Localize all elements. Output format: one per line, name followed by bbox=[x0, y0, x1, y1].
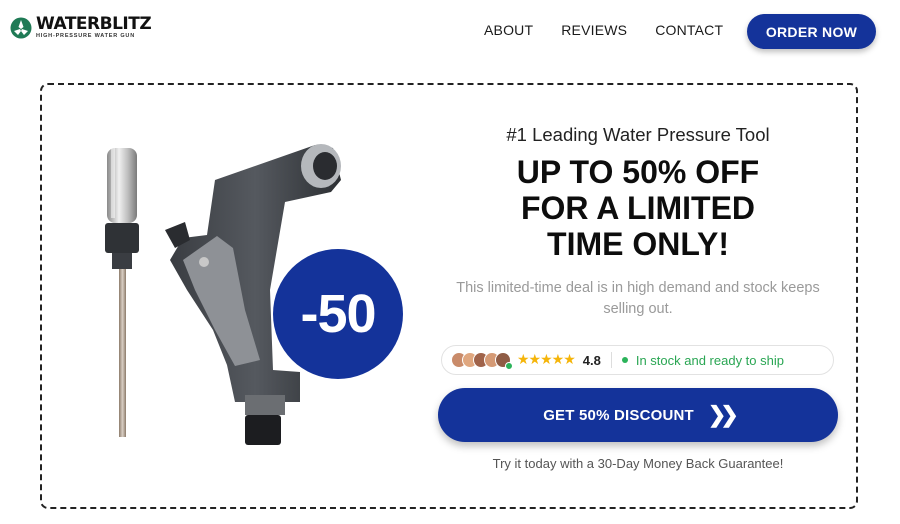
stock-status: In stock and ready to ship bbox=[635, 352, 784, 368]
offer-subtext: This limited-time deal is in high demand… bbox=[456, 280, 820, 317]
star-rating-icon: ★★★★★ bbox=[517, 352, 576, 368]
in-stock-dot-icon bbox=[621, 357, 628, 363]
nav-link-contact[interactable]: CONTACT bbox=[655, 22, 723, 38]
brand-logo[interactable]: WATERBLITZ HIGH-PRESSURE WATER GUN bbox=[10, 14, 152, 40]
cta-label: GET 50% DISCOUNT bbox=[543, 406, 694, 424]
avatar bbox=[495, 352, 513, 370]
discount-badge: -50 bbox=[273, 249, 403, 379]
brand-name: WATERBLITZ bbox=[36, 14, 152, 34]
double-chevron-right-icon: ❯❯ bbox=[707, 402, 739, 427]
offer-copy: #1 Leading Water Pressure Tool UP TO 50%… bbox=[438, 120, 838, 320]
nav-link-reviews[interactable]: REVIEWS bbox=[561, 22, 627, 38]
guarantee-text: Try it today with a 30-Day Money Back Gu… bbox=[492, 456, 784, 471]
offer-eyebrow: #1 Leading Water Pressure Tool bbox=[506, 124, 770, 145]
rating-value: 4.8 bbox=[582, 352, 601, 368]
offer-headline: UP TO 50% OFF FOR A LIMITED TIME ONLY! bbox=[438, 154, 838, 262]
site-header: WATERBLITZ HIGH-PRESSURE WATER GUN ABOUT… bbox=[0, 0, 900, 62]
main-nav: ABOUT REVIEWS CONTACT bbox=[484, 22, 723, 38]
divider bbox=[610, 352, 612, 368]
headline-line-3: TIME ONLY! bbox=[547, 226, 729, 262]
headline-line-1: UP TO 50% OFF bbox=[516, 154, 760, 190]
social-proof-bar: ★★★★★ 4.8 In stock and ready to ship bbox=[441, 345, 834, 375]
nav-link-about[interactable]: ABOUT bbox=[484, 22, 533, 38]
get-discount-button[interactable]: GET 50% DISCOUNT ❯❯ bbox=[438, 388, 838, 442]
customer-avatars bbox=[451, 352, 513, 370]
brand-tagline: HIGH-PRESSURE WATER GUN bbox=[36, 33, 135, 39]
order-now-button[interactable]: ORDER NOW bbox=[747, 14, 876, 49]
headline-line-2: FOR A LIMITED bbox=[520, 190, 756, 226]
leaf-droplet-icon bbox=[10, 17, 32, 39]
verified-check-icon bbox=[505, 362, 513, 370]
